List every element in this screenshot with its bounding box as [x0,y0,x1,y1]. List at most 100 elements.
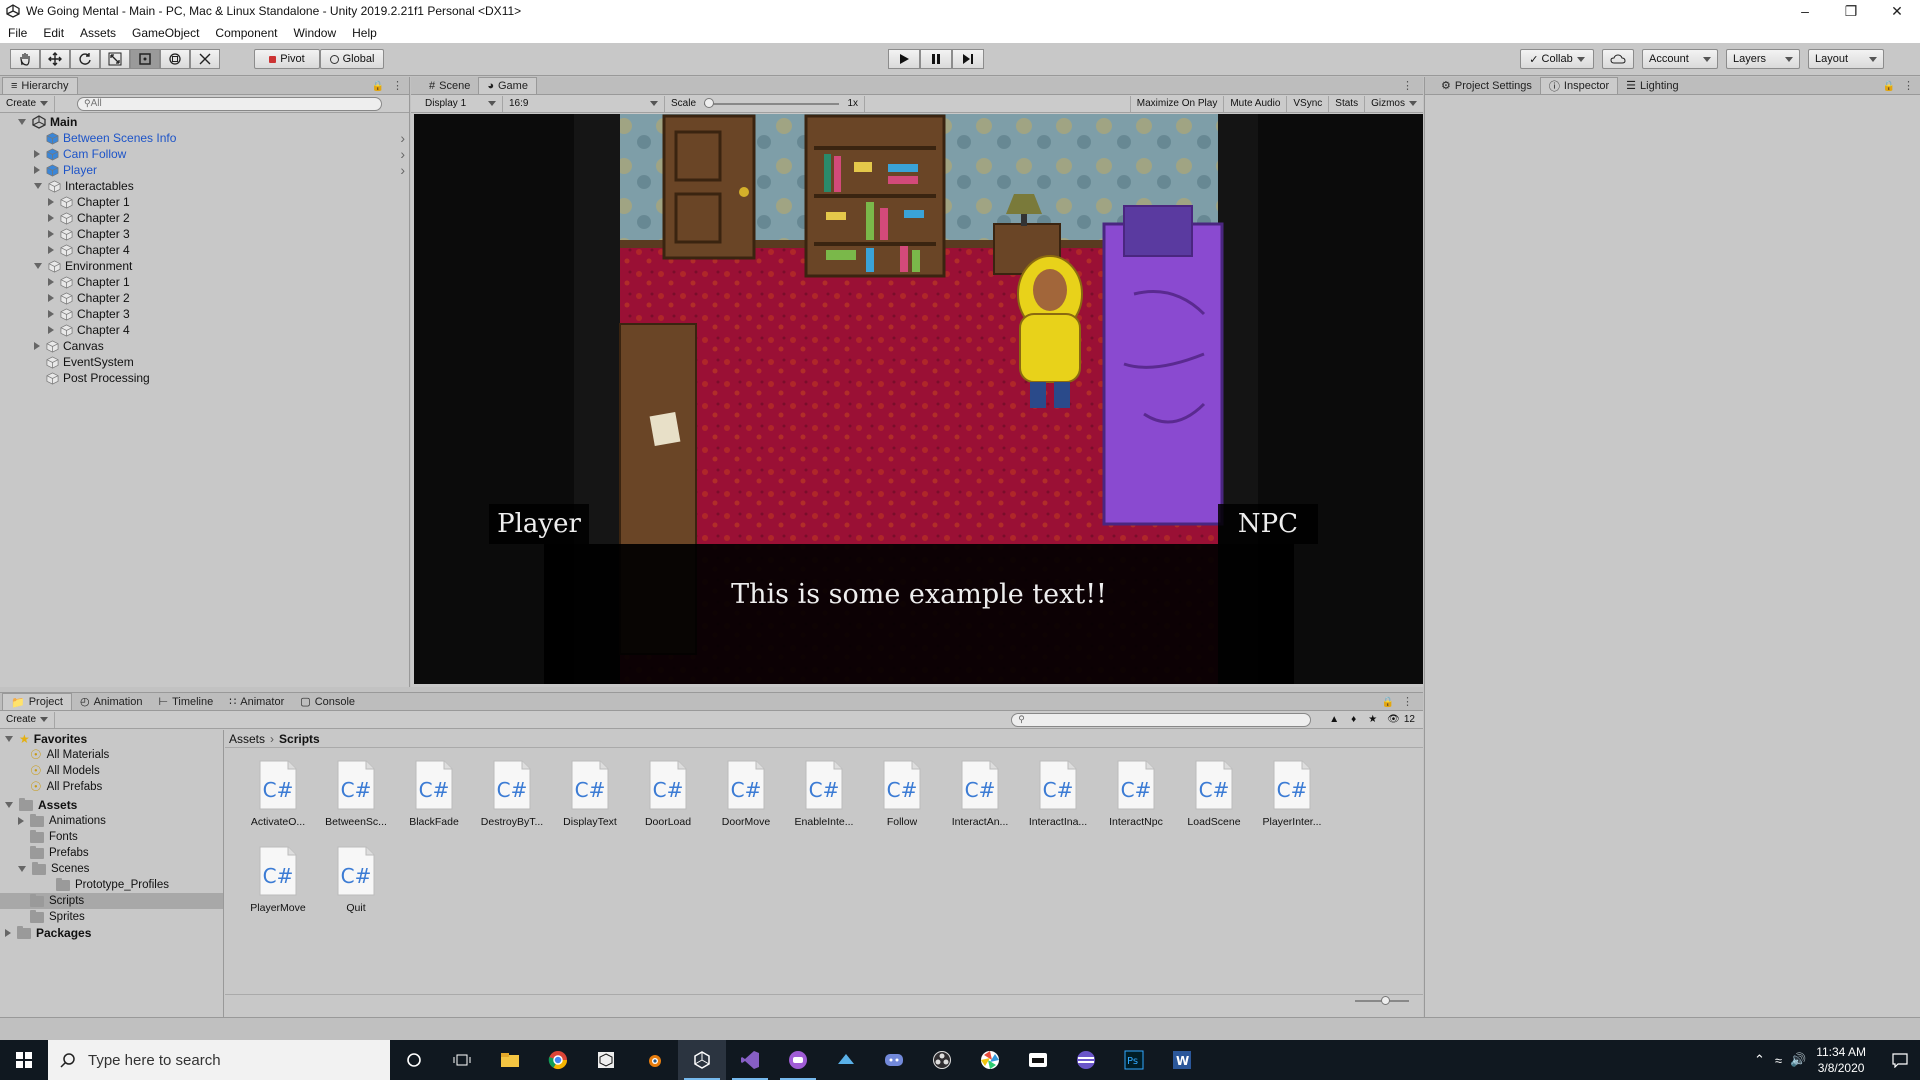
script-asset[interactable]: C# BetweenSc... [317,760,395,846]
script-asset[interactable]: C# DoorMove [707,760,785,846]
script-asset[interactable]: C# ActivateO... [239,760,317,846]
hierarchy-search-input[interactable]: ⚲ All [77,96,383,111]
expand-right-icon[interactable] [48,230,54,238]
expand-right-icon[interactable] [48,246,54,254]
app-stripes-icon[interactable] [1062,1040,1110,1080]
folder-item[interactable]: Fonts [0,829,223,845]
panel-menu-icon[interactable]: ⋮ [1402,79,1413,92]
favorite-item[interactable]: ☉ All Materials [0,747,223,763]
tab-lighting[interactable]: ☰ Lighting [1618,77,1686,94]
hierarchy-item[interactable]: Interactables [0,178,409,194]
aspect-dropdown[interactable]: 16:9 [503,95,665,112]
packages-row[interactable]: Packages [0,925,223,941]
volume-icon[interactable]: 🔊 [1790,1052,1806,1068]
transform-tool-icon[interactable] [160,49,190,69]
assets-row[interactable]: Assets [0,797,223,813]
favorite-item[interactable]: ☉ All Models [0,763,223,779]
hierarchy-item[interactable]: Chapter 3 [0,226,409,242]
tab-scene[interactable]: # Scene [421,77,478,94]
scene-row-main[interactable]: Main [0,114,409,130]
step-button[interactable] [952,49,984,69]
gizmos-dropdown[interactable]: Gizmos [1365,96,1423,112]
filter-label-icon[interactable]: ♦ [1351,714,1356,725]
unity-hub-icon[interactable] [582,1040,630,1080]
game-render[interactable]: Player NPC This is some example text!! [414,114,1423,684]
script-asset[interactable]: C# LoadScene [1175,760,1253,846]
panel-menu-icon[interactable]: ⋮ [1402,695,1413,708]
hierarchy-item[interactable]: Chapter 1 [0,274,409,290]
project-create-button[interactable]: Create [0,711,56,728]
cloud-button[interactable] [1602,49,1634,69]
expand-down-icon[interactable] [34,263,42,269]
app-aperture-icon[interactable] [966,1040,1014,1080]
expand-right-icon[interactable] [48,326,54,334]
filter-type-icon[interactable]: ▲ [1329,714,1339,725]
icon-size-slider[interactable] [1355,996,1409,1005]
folder-item[interactable]: Scenes [0,861,223,877]
windows-start-icon[interactable] [0,1040,48,1080]
notifications-icon[interactable] [1880,1040,1920,1080]
favorites-row[interactable]: ★ Favorites [0,731,223,747]
tab-console[interactable]: ▢ Console [292,693,363,710]
pivot-toggle[interactable]: Pivot [254,49,320,69]
network-icon[interactable]: ≈ [1775,1053,1782,1068]
script-asset[interactable]: C# InteractIna... [1019,760,1097,846]
script-asset[interactable]: C# DisplayText [551,760,629,846]
tab-project[interactable]: 📁 Project [2,693,72,710]
script-asset[interactable]: C# InteractAn... [941,760,1019,846]
folder-item[interactable]: Scripts [0,893,223,909]
display-dropdown[interactable]: Display 1 [419,95,503,112]
expand-down-icon[interactable] [34,183,42,189]
lock-icon[interactable]: 🔒 [372,81,384,92]
lock-icon[interactable]: 🔒 [1382,697,1394,708]
favorite-item[interactable]: ☉ All Prefabs [0,779,223,795]
hand-tool-icon[interactable] [10,49,40,69]
account-dropdown[interactable]: Account [1642,49,1718,69]
expand-right-icon[interactable] [48,198,54,206]
tab-timeline[interactable]: ⊢ Timeline [150,693,221,710]
prefab-open-chevron-icon[interactable]: › [400,146,405,162]
script-asset[interactable]: C# PlayerMove [239,846,317,932]
chrome-icon[interactable] [534,1040,582,1080]
rect-tool-icon[interactable] [130,49,160,69]
maximize-on-play-toggle[interactable]: Maximize On Play [1129,95,1225,112]
tab-animation[interactable]: ◴ Animation [72,693,151,710]
hierarchy-item[interactable]: Canvas [0,338,409,354]
obs-icon[interactable] [918,1040,966,1080]
panel-menu-icon[interactable]: ⋮ [392,79,403,92]
play-button[interactable] [888,49,920,69]
script-asset[interactable]: C# EnableInte... [785,760,863,846]
discord-icon[interactable] [870,1040,918,1080]
tab-animator[interactable]: ∷ Animator [221,693,292,710]
file-explorer-icon[interactable] [486,1040,534,1080]
expand-right-icon[interactable] [34,342,40,350]
tab-game[interactable]: ◕ Game [478,77,537,94]
layers-dropdown[interactable]: Layers [1726,49,1800,69]
blender-icon[interactable] [630,1040,678,1080]
folder-item[interactable]: Sprites [0,909,223,925]
expand-right-icon[interactable] [48,214,54,222]
folder-item[interactable]: Prototype_Profiles [0,877,223,893]
expand-icon[interactable] [18,817,24,825]
expand-icon[interactable] [18,866,26,872]
mute-audio-toggle[interactable]: Mute Audio [1224,95,1288,112]
close-icon[interactable]: ✕ [1874,0,1920,22]
scale-slider[interactable]: Scale 1x [665,95,865,112]
folder-item[interactable]: Prefabs [0,845,223,861]
menu-gameobject[interactable]: GameObject [124,26,207,40]
move-tool-icon[interactable] [40,49,70,69]
lock-icon[interactable]: 🔒 [1883,81,1895,92]
visual-studio-icon[interactable] [726,1040,774,1080]
tab-inspector[interactable]: ⓘ Inspector [1539,77,1619,94]
script-asset[interactable]: C# DestroyByT... [473,760,551,846]
hidden-packages-icon[interactable]: 👁 [1387,714,1400,725]
expand-right-icon[interactable] [34,150,40,158]
menu-window[interactable]: Window [285,26,344,40]
scale-tool-icon[interactable] [100,49,130,69]
tab-project-settings[interactable]: ⚙ Project Settings [1433,77,1540,94]
prefab-open-chevron-icon[interactable]: › [400,130,405,146]
breadcrumb-scripts[interactable]: Scripts [279,732,320,746]
hierarchy-item[interactable]: Chapter 4 [0,242,409,258]
expand-right-icon[interactable] [48,310,54,318]
hierarchy-item[interactable]: EventSystem [0,354,409,370]
